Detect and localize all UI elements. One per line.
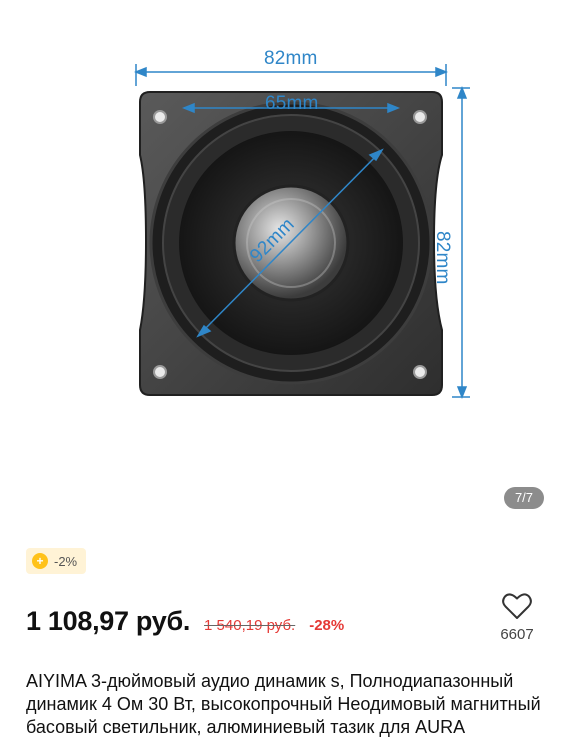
discount-badge: -28% — [309, 617, 345, 634]
product-title: AIYIMA 3-дюймовый аудио динамик s, Полно… — [26, 671, 541, 737]
dimension-height-label: 82mm — [432, 231, 453, 285]
old-price: 1 540,19 руб. — [204, 617, 296, 634]
coupon-badge[interactable]: + -2% — [26, 548, 87, 574]
current-price: 1 108,97 руб. — [26, 606, 191, 636]
wishlist-count: 6607 — [500, 626, 534, 643]
dimension-width-label: 82mm — [264, 48, 318, 69]
image-counter: 7/7 — [504, 487, 544, 509]
heart-icon — [502, 593, 532, 619]
coupon-label: -2% — [54, 553, 78, 569]
coin-icon: + — [32, 553, 48, 569]
dimension-inner-label: 65mm — [265, 93, 319, 114]
product-image-gallery[interactable]: 82mm 65mm 82mm 92mm 7/7 — [0, 0, 566, 525]
price-row: 1 108,97 руб. 1 540,19 руб. -28% — [26, 606, 344, 637]
wishlist-button[interactable]: 6607 — [494, 592, 540, 643]
speaker-product-image — [133, 64, 470, 400]
